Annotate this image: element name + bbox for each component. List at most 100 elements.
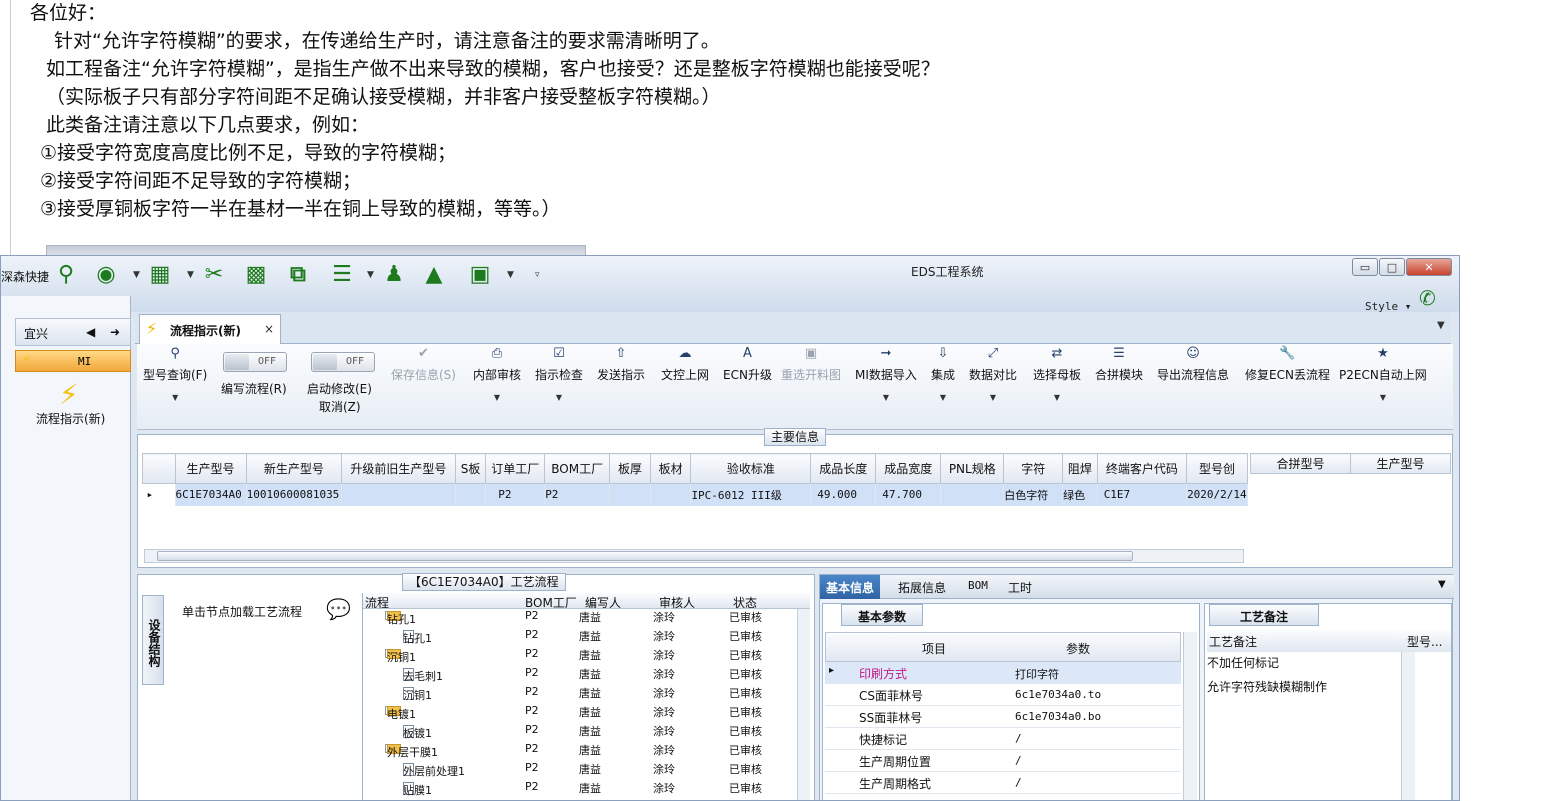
combine-module-button[interactable]: ☰ 合拼模块 bbox=[1095, 346, 1143, 383]
column-header[interactable]: 升级前旧生产型号 bbox=[341, 453, 456, 484]
column-header[interactable]: 生产型号 bbox=[1350, 453, 1451, 474]
close-button[interactable]: ✕ bbox=[1406, 258, 1452, 276]
table-cell[interactable]: 涂玲 bbox=[653, 609, 675, 625]
table-cell[interactable]: 唐益 bbox=[579, 628, 601, 644]
cancel-button[interactable]: 取消(Z) bbox=[319, 398, 361, 415]
table-cell[interactable]: P2 bbox=[525, 780, 539, 793]
table-cell[interactable]: 6c1e7034a0.bo bbox=[1015, 710, 1101, 723]
vertical-scrollbar[interactable] bbox=[797, 609, 810, 800]
table-cell[interactable]: 生产周期位置 bbox=[859, 753, 931, 770]
column-header[interactable]: 型号... bbox=[1407, 633, 1442, 650]
table-cell[interactable]: / bbox=[1015, 776, 1022, 789]
table-row[interactable]: −电镀1P2唐益涂玲已审核 bbox=[363, 702, 795, 721]
doc-upload-button[interactable]: ☁ 文控上网 bbox=[661, 346, 709, 383]
tab-list-dropdown-icon[interactable]: ▼ bbox=[1437, 320, 1445, 331]
copy-icon[interactable]: ⧉ bbox=[285, 261, 311, 287]
table-row[interactable]: 去毛刺1 P2 唐益 涂玲 已审核 bbox=[363, 664, 795, 683]
tab-work-hours[interactable]: 工时 bbox=[1008, 579, 1032, 596]
column-header[interactable]: 项目 bbox=[922, 640, 946, 657]
table-cell[interactable]: P2 bbox=[525, 628, 539, 641]
table-cell[interactable]: 涂玲 bbox=[653, 685, 675, 701]
table-row[interactable]: ▸ 印刷方式 打印字符 bbox=[825, 662, 1181, 684]
table-cell[interactable]: 白色字符 bbox=[1003, 483, 1064, 506]
table-cell[interactable]: 唐益 bbox=[579, 647, 601, 663]
table-cell[interactable]: 2020/2/14 bbox=[1186, 483, 1248, 506]
table-cell[interactable]: / bbox=[1015, 754, 1022, 767]
globe-icon[interactable]: ◉ bbox=[93, 261, 119, 287]
table-cell[interactable]: 印刷方式 bbox=[859, 665, 907, 682]
table-cell[interactable]: 涂玲 bbox=[653, 666, 675, 682]
table-cell[interactable]: 涂玲 bbox=[653, 742, 675, 758]
table-row[interactable]: SS面菲林号 6c1e7034a0.bo bbox=[825, 706, 1181, 728]
chevron-down-icon[interactable]: ▼ bbox=[367, 270, 374, 280]
minimize-button[interactable]: ▭ bbox=[1352, 258, 1378, 276]
table-cell[interactable]: 唐益 bbox=[579, 761, 601, 777]
table-cell[interactable]: 6c1e7034a0.to bbox=[1015, 688, 1101, 701]
table-row[interactable]: 钻孔1 P2 唐益 涂玲 已审核 bbox=[363, 626, 795, 645]
table-cell[interactable]: / bbox=[1015, 732, 1022, 745]
table-cell[interactable]: 涂玲 bbox=[653, 780, 675, 796]
table-row[interactable]: 生产周期位置 / bbox=[825, 750, 1181, 772]
table-cell[interactable]: 打印字符 bbox=[1015, 666, 1059, 682]
column-header[interactable]: 合拼型号 bbox=[1250, 453, 1351, 474]
horizontal-scrollbar[interactable] bbox=[144, 549, 1244, 563]
integrate-button[interactable]: ⇩ 集成 ▼ bbox=[931, 346, 955, 402]
restore-button[interactable]: □ bbox=[1379, 258, 1405, 276]
nav-back-icon[interactable]: ◀ bbox=[86, 325, 95, 339]
search-icon[interactable]: ⚲ bbox=[53, 261, 79, 287]
table-row[interactable]: 快捷标记 / bbox=[825, 728, 1181, 750]
table-cell[interactable]: P2 bbox=[544, 483, 611, 506]
table-cell[interactable]: 绿色 bbox=[1062, 483, 1098, 506]
column-header[interactable]: 板材 bbox=[649, 453, 692, 484]
column-header[interactable]: 生产型号 bbox=[174, 453, 247, 484]
tab-equipment-structure[interactable]: 设备结构 bbox=[142, 595, 164, 685]
tab-basic-params[interactable]: 基本参数 bbox=[841, 604, 924, 626]
export-flow-button[interactable]: ☺ 导出流程信息 bbox=[1157, 346, 1229, 383]
chevron-down-icon[interactable]: ▼ bbox=[187, 270, 194, 280]
table-cell[interactable]: P2 bbox=[525, 685, 539, 698]
select-mother-button[interactable]: ⇄ 选择母板 ▼ bbox=[1033, 346, 1081, 402]
area-chart-icon[interactable]: ▲ bbox=[421, 261, 447, 287]
column-header[interactable]: 终端客户代码 bbox=[1096, 453, 1188, 484]
film-icon[interactable]: ▩ bbox=[243, 261, 269, 287]
table-cell[interactable]: C1E7 bbox=[1097, 483, 1188, 506]
table-cell[interactable]: P2 bbox=[525, 761, 539, 774]
table-cell[interactable]: 涂玲 bbox=[653, 761, 675, 777]
table-cell[interactable]: 唐益 bbox=[579, 780, 601, 796]
table-cell[interactable]: 唐益 bbox=[579, 704, 601, 720]
p2ecn-button[interactable]: ★ P2ECN自动上网 ▼ bbox=[1339, 346, 1427, 402]
table-row[interactable]: CS面菲林号 6c1e7034a0.to bbox=[825, 684, 1181, 706]
nav-pin-icon[interactable]: ➜ bbox=[110, 325, 120, 339]
table-cell[interactable]: 快捷标记 bbox=[859, 731, 907, 748]
column-header[interactable]: 板厚 bbox=[609, 453, 651, 484]
table-row[interactable]: 生产周期格式 / bbox=[825, 772, 1181, 794]
table-cell[interactable]: 47.700 bbox=[875, 483, 942, 506]
table-row[interactable]: −钻孔1P2唐益涂玲已审核 bbox=[363, 607, 795, 626]
tab-close-icon[interactable]: × bbox=[264, 322, 274, 336]
write-flow-toggle[interactable]: OFF bbox=[223, 352, 287, 372]
scrollbar-thumb[interactable] bbox=[157, 551, 1133, 561]
chevron-down-icon[interactable]: ▼ bbox=[507, 270, 514, 280]
tab-flow-instruction[interactable]: ⚡ 流程指示(新) × bbox=[139, 314, 281, 344]
table-cell[interactable]: 涂玲 bbox=[653, 704, 675, 720]
table-cell[interactable] bbox=[650, 483, 692, 506]
column-header[interactable]: 新生产型号 bbox=[245, 453, 343, 484]
column-header[interactable]: 订单工厂 bbox=[485, 453, 546, 484]
table-cell[interactable]: P2 bbox=[485, 483, 546, 506]
start-modify-toggle[interactable]: OFF bbox=[311, 352, 375, 372]
table-cell[interactable]: P2 bbox=[525, 742, 539, 755]
nav-group-mi[interactable]: ⚡ MI bbox=[15, 350, 131, 372]
table-cell[interactable]: 唐益 bbox=[579, 666, 601, 682]
column-header[interactable]: 验收标准 bbox=[690, 453, 812, 484]
vertical-scrollbar[interactable] bbox=[1183, 632, 1197, 800]
column-header[interactable]: 字符 bbox=[1003, 453, 1064, 484]
tab-basic-info[interactable]: 基本信息 bbox=[820, 575, 881, 599]
table-cell[interactable]: 6C1E7034A0 bbox=[175, 483, 247, 506]
table-cell[interactable]: 涂玲 bbox=[653, 647, 675, 663]
customize-dropdown-icon[interactable]: ▿ bbox=[535, 270, 540, 280]
table-cell[interactable]: 唐益 bbox=[579, 742, 601, 758]
list-item[interactable]: 允许字符残缺模糊制作 bbox=[1207, 678, 1327, 695]
column-header[interactable]: 成品长度 bbox=[810, 453, 877, 484]
table-cell[interactable] bbox=[341, 483, 456, 506]
table-cell[interactable]: IPC-6012 III级 bbox=[690, 483, 812, 506]
